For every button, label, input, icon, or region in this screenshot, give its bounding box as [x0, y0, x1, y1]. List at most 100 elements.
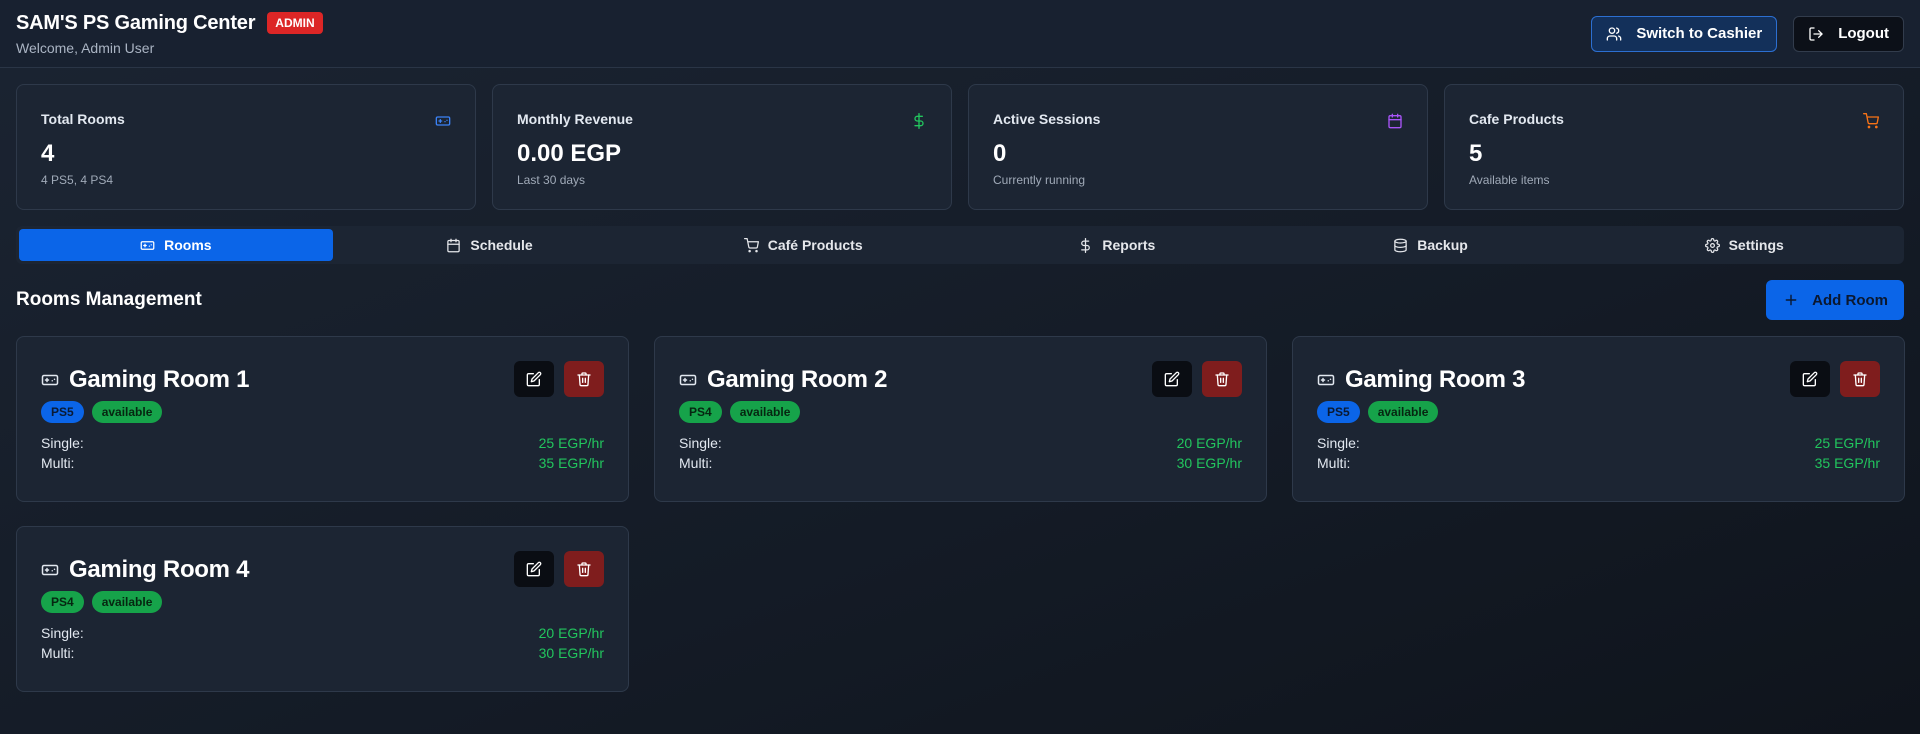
multi-rate-row: Multi: 35 EGP/hr [41, 453, 604, 473]
console-badge: PS5 [1317, 401, 1360, 423]
stat-subtext: Currently running [993, 173, 1086, 187]
room-badges: PS5 available [1317, 401, 1880, 423]
single-rate-label: Single: [1317, 435, 1360, 451]
tab-backup[interactable]: Backup [1274, 229, 1588, 261]
single-rate-label: Single: [41, 435, 84, 451]
stat-card-monthly-revenue: Monthly Revenue 0.00 EGP Last 30 days [492, 84, 952, 210]
gamepad-icon [140, 238, 155, 253]
multi-rate-row: Multi: 30 EGP/hr [41, 643, 604, 663]
room-card: Gaming Room 1 PS5 available Single: 25 E… [16, 336, 629, 502]
calendar-icon [1387, 113, 1403, 129]
tab-label: Café Products [767, 237, 863, 253]
tab-cafe-products[interactable]: Café Products [646, 229, 960, 261]
rooms-section-header: Rooms Management Add Room [0, 264, 1920, 320]
single-rate-row: Single: 25 EGP/hr [41, 433, 604, 453]
room-name: Gaming Room 4 [69, 556, 250, 583]
gamepad-icon [41, 371, 59, 389]
stat-card-active-sessions: Active Sessions 0 Currently running [968, 84, 1428, 210]
main-tabs: Rooms Schedule Café Products Reports Bac… [16, 226, 1904, 264]
edit-room-button[interactable] [1152, 361, 1192, 397]
room-actions [1790, 361, 1880, 397]
room-card: Gaming Room 3 PS5 available Single: 25 E… [1292, 336, 1905, 502]
tab-schedule[interactable]: Schedule [333, 229, 647, 261]
single-rate-value: 20 EGP/hr [538, 625, 604, 641]
welcome-text: Welcome, Admin User [16, 39, 155, 56]
brand: SAM'S PS Gaming Center ADMIN Welcome, Ad… [16, 12, 323, 56]
multi-rate-value: 30 EGP/hr [538, 645, 604, 661]
multi-rate-label: Multi: [1317, 455, 1351, 471]
tab-label: Reports [1102, 237, 1156, 253]
room-card: Gaming Room 4 PS4 available Single: 20 E… [16, 526, 629, 692]
gamepad-icon [679, 371, 697, 389]
edit-room-button[interactable] [514, 551, 554, 587]
app-header: SAM'S PS Gaming Center ADMIN Welcome, Ad… [0, 0, 1920, 68]
delete-room-button[interactable] [564, 551, 604, 587]
edit-room-button[interactable] [514, 361, 554, 397]
stat-card-total-rooms: Total Rooms 4 4 PS5, 4 PS4 [16, 84, 476, 210]
multi-rate-label: Multi: [679, 455, 713, 471]
stats-row: Total Rooms 4 4 PS5, 4 PS4 Monthly Reven… [0, 68, 1920, 210]
brand-row: SAM'S PS Gaming Center ADMIN [16, 12, 323, 35]
multi-rate-value: 30 EGP/hr [1176, 455, 1242, 471]
single-rate-row: Single: 20 EGP/hr [41, 623, 604, 643]
trash-icon [576, 371, 592, 387]
stat-subtext: Last 30 days [517, 173, 586, 187]
trash-icon [1852, 371, 1868, 387]
console-badge: PS4 [41, 591, 84, 613]
delete-room-button[interactable] [1202, 361, 1242, 397]
room-name: Gaming Room 1 [69, 366, 250, 393]
console-badge: PS5 [41, 401, 84, 423]
header-actions: Switch to Cashier Logout [1591, 15, 1904, 52]
calendar-icon [446, 238, 461, 253]
add-room-label: Add Room [1812, 291, 1888, 309]
room-card: Gaming Room 2 PS4 available Single: 20 E… [654, 336, 1267, 502]
status-badge: available [91, 401, 163, 423]
edit-icon [526, 371, 542, 387]
gamepad-icon [435, 113, 451, 129]
cart-icon [743, 237, 759, 253]
delete-room-button[interactable] [564, 361, 604, 397]
stat-value: 5 [1469, 140, 1483, 167]
plus-icon [1784, 293, 1798, 307]
room-badges: PS4 available [41, 591, 604, 613]
stat-value: 0 [993, 140, 1007, 167]
edit-room-button[interactable] [1790, 361, 1830, 397]
tab-label: Backup [1417, 237, 1468, 253]
add-room-button[interactable]: Add Room [1766, 280, 1904, 320]
gamepad-icon [41, 561, 59, 579]
switch-to-cashier-button[interactable]: Switch to Cashier [1591, 15, 1778, 52]
room-rates: Single: 25 EGP/hr Multi: 35 EGP/hr [41, 433, 604, 473]
single-rate-row: Single: 25 EGP/hr [1317, 433, 1880, 453]
room-badges: PS5 available [41, 401, 604, 423]
tab-rooms[interactable]: Rooms [19, 229, 333, 261]
tab-settings[interactable]: Settings [1587, 229, 1901, 261]
room-rates: Single: 20 EGP/hr Multi: 30 EGP/hr [679, 433, 1242, 473]
trash-icon [1214, 371, 1230, 387]
delete-room-button[interactable] [1840, 361, 1880, 397]
console-badge: PS4 [679, 401, 722, 423]
stat-label: Active Sessions [993, 111, 1101, 127]
multi-rate-row: Multi: 35 EGP/hr [1317, 453, 1880, 473]
stat-value: 0.00 EGP [517, 140, 622, 167]
single-rate-label: Single: [41, 625, 84, 641]
edit-icon [526, 561, 542, 577]
tab-reports[interactable]: Reports [960, 229, 1274, 261]
single-rate-value: 20 EGP/hr [1176, 435, 1242, 451]
room-actions [1152, 361, 1242, 397]
stat-label: Total Rooms [41, 111, 125, 127]
tab-label: Settings [1728, 237, 1784, 253]
room-name: Gaming Room 2 [707, 366, 888, 393]
database-icon [1393, 238, 1408, 253]
multi-rate-value: 35 EGP/hr [538, 455, 604, 471]
edit-icon [1802, 371, 1818, 387]
status-badge: available [1367, 401, 1439, 423]
role-badge: ADMIN [267, 12, 323, 34]
room-badges: PS4 available [679, 401, 1242, 423]
logout-button[interactable]: Logout [1793, 15, 1904, 52]
multi-rate-label: Multi: [41, 645, 75, 661]
switch-to-cashier-label: Switch to Cashier [1636, 25, 1763, 42]
logout-label: Logout [1838, 25, 1889, 42]
dollar-icon [1078, 237, 1093, 253]
multi-rate-label: Multi: [41, 455, 75, 471]
room-actions [514, 361, 604, 397]
